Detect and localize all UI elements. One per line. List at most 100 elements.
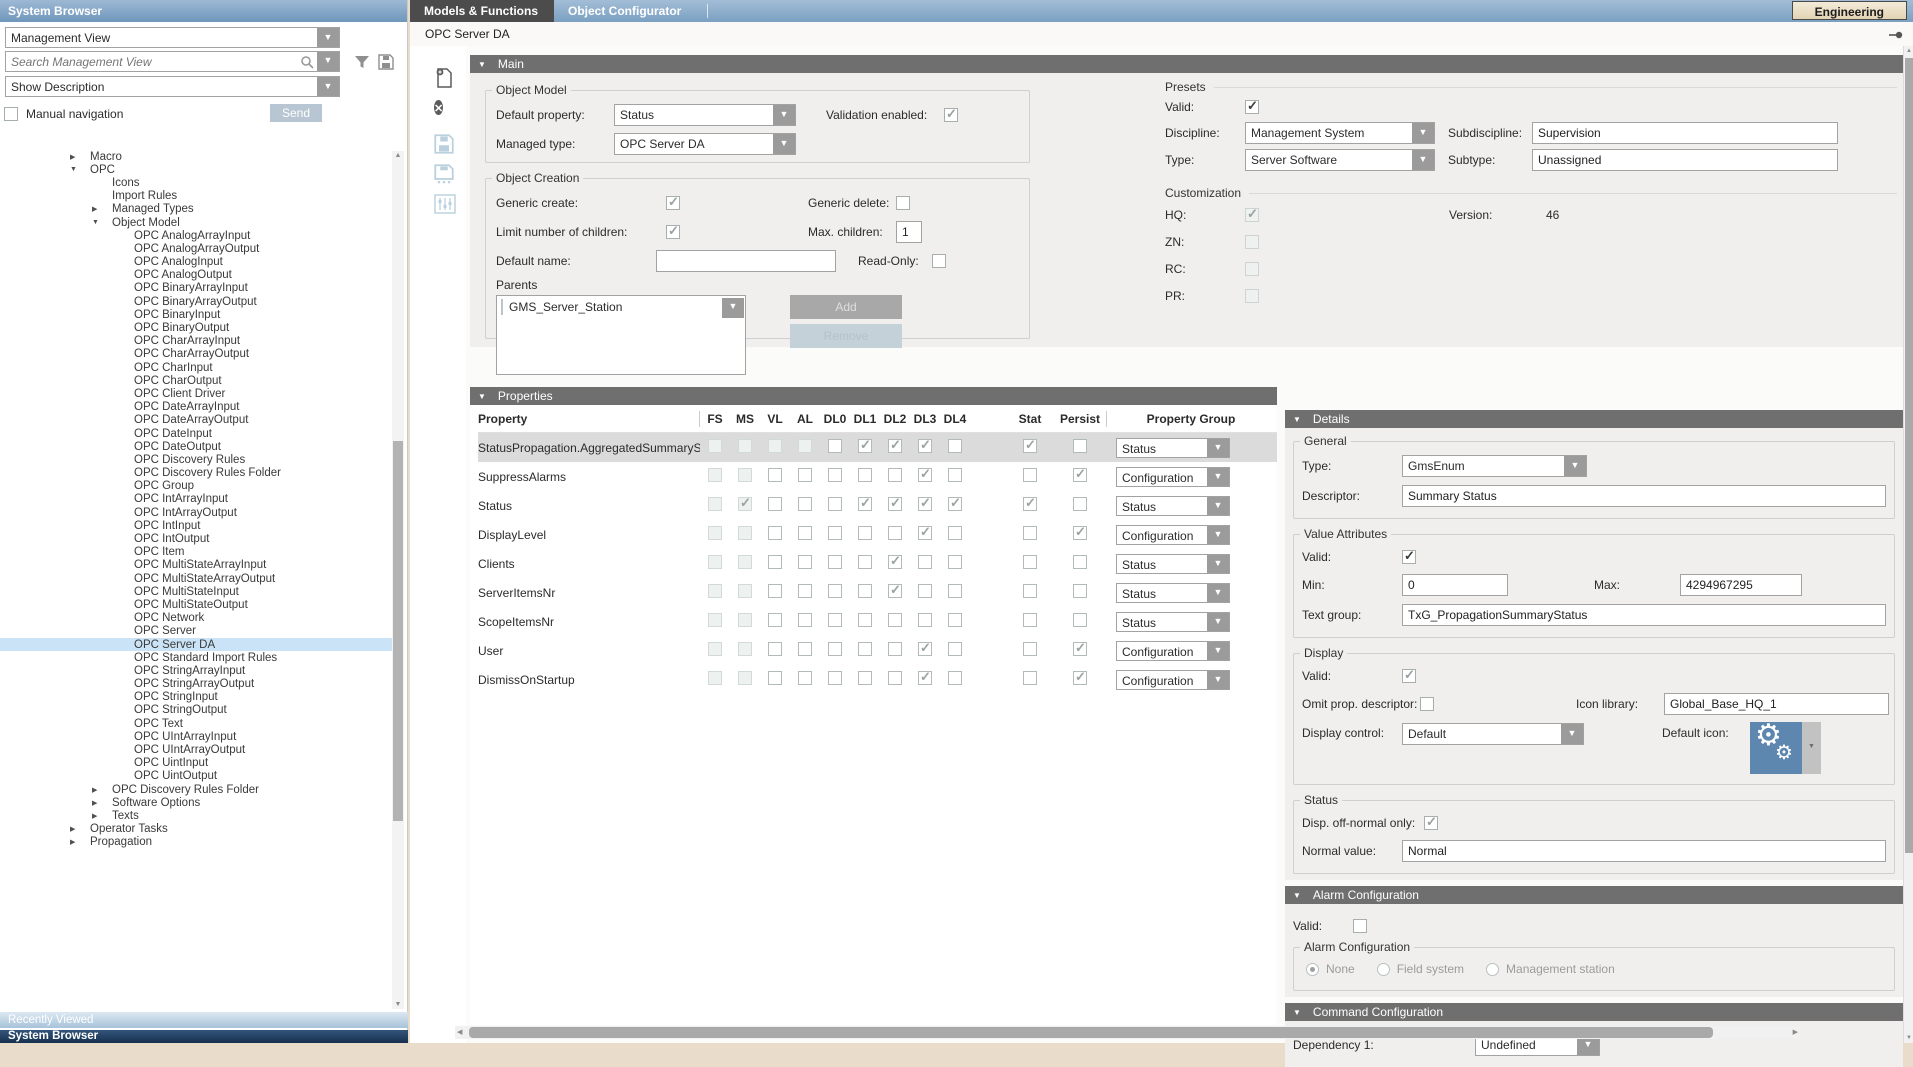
property-group-dropdown[interactable]: Configuration	[1116, 525, 1230, 545]
property-checkbox[interactable]	[858, 468, 872, 482]
tree-item[interactable]: OPC MultiStateOutput	[0, 598, 392, 611]
property-checkbox[interactable]	[738, 671, 752, 685]
chevron-down-icon[interactable]	[1207, 497, 1229, 515]
chevron-down-icon[interactable]	[1412, 150, 1434, 170]
property-checkbox[interactable]	[888, 671, 902, 685]
engineering-mode-badge[interactable]: Engineering	[1792, 1, 1907, 20]
managed-type-dropdown[interactable]: OPC Server DA	[614, 133, 796, 155]
tree-item[interactable]: OPC IntArrayInput	[0, 493, 392, 506]
property-checkbox[interactable]	[948, 671, 962, 685]
new-object-icon[interactable]	[434, 68, 458, 92]
radio-icon[interactable]	[1306, 963, 1319, 976]
property-group-dropdown[interactable]: Configuration	[1116, 641, 1230, 661]
disp-off-normal-checkbox[interactable]	[1424, 816, 1438, 830]
tree-item[interactable]: ▶OPC Discovery Rules Folder	[0, 783, 392, 796]
scrollbar-thumb[interactable]	[393, 441, 403, 821]
default-property-dropdown[interactable]: Status	[614, 104, 796, 126]
tree-item[interactable]: OPC Network	[0, 612, 392, 625]
scroll-down-icon[interactable]: ▼	[1904, 1035, 1913, 1041]
tree-item[interactable]: OPC AnalogInput	[0, 256, 392, 269]
tree-item[interactable]: OPC Discovery Rules Folder	[0, 467, 392, 480]
property-checkbox[interactable]	[1023, 555, 1037, 569]
property-checkbox[interactable]	[888, 526, 902, 540]
display-control-dropdown[interactable]: Default	[1402, 723, 1584, 745]
property-checkbox[interactable]	[1073, 468, 1087, 482]
hq-checkbox[interactable]	[1245, 208, 1259, 222]
scrollbar-thumb[interactable]	[469, 1027, 1713, 1038]
chevron-down-icon[interactable]	[722, 298, 744, 318]
property-checkbox[interactable]	[858, 642, 872, 656]
chevron-down-icon[interactable]	[1207, 439, 1229, 457]
property-checkbox[interactable]	[828, 439, 842, 453]
property-checkbox[interactable]	[708, 526, 722, 540]
property-row[interactable]: ScopeItemsNrStatus	[478, 607, 1277, 636]
property-checkbox[interactable]	[858, 526, 872, 540]
property-checkbox[interactable]	[1023, 613, 1037, 627]
vertical-scrollbar[interactable]: ▲ ▼	[1903, 46, 1913, 1043]
expand-arrow-icon[interactable]: ▶	[92, 205, 106, 213]
tree-item[interactable]: OPC BinaryArrayInput	[0, 282, 392, 295]
property-checkbox[interactable]	[948, 613, 962, 627]
property-checkbox[interactable]	[738, 555, 752, 569]
property-checkbox[interactable]	[888, 613, 902, 627]
tree-item[interactable]: OPC Server DA	[0, 638, 392, 651]
value-valid-checkbox[interactable]	[1402, 550, 1416, 564]
alarm-valid-checkbox[interactable]	[1353, 919, 1367, 933]
tree-item[interactable]: ▶Operator Tasks	[0, 823, 392, 836]
tree-item[interactable]: OPC UintOutput	[0, 770, 392, 783]
horizontal-scrollbar[interactable]: ◀ ▶	[455, 1026, 1800, 1039]
command-section-header[interactable]: ▼ Command Configuration	[1285, 1003, 1903, 1021]
property-row[interactable]: ServerItemsNrStatus	[478, 578, 1277, 607]
chevron-down-icon[interactable]	[773, 105, 795, 125]
tree-item[interactable]: ▶Managed Types	[0, 203, 392, 216]
radio-icon[interactable]	[1377, 963, 1390, 976]
presets-valid-checkbox[interactable]	[1245, 100, 1259, 114]
chevron-down-icon[interactable]	[1412, 123, 1434, 143]
property-group-dropdown[interactable]: Status	[1116, 438, 1230, 458]
subdiscipline-input[interactable]	[1532, 122, 1838, 144]
property-checkbox[interactable]	[948, 526, 962, 540]
tree-item[interactable]: OPC IntOutput	[0, 532, 392, 545]
property-checkbox[interactable]	[738, 468, 752, 482]
tab-models-functions[interactable]: Models & Functions	[410, 0, 554, 22]
tree-item[interactable]: OPC DateArrayInput	[0, 401, 392, 414]
add-parent-button[interactable]: Add	[790, 295, 902, 319]
chevron-down-icon[interactable]	[1207, 584, 1229, 602]
property-checkbox[interactable]	[828, 671, 842, 685]
min-input[interactable]	[1402, 574, 1508, 596]
property-row[interactable]: StatusStatus	[478, 491, 1277, 520]
description-selector[interactable]: Show Description	[5, 76, 340, 97]
pin-icon[interactable]	[1889, 29, 1903, 43]
property-checkbox[interactable]	[1073, 439, 1087, 453]
property-checkbox[interactable]	[768, 584, 782, 598]
property-checkbox[interactable]	[858, 613, 872, 627]
send-button[interactable]: Send	[270, 104, 322, 122]
property-checkbox[interactable]	[768, 555, 782, 569]
default-name-input[interactable]	[656, 250, 836, 272]
alarm-section-header[interactable]: ▼ Alarm Configuration	[1285, 886, 1903, 904]
expand-arrow-icon[interactable]: ▶	[92, 786, 106, 794]
property-checkbox[interactable]	[918, 642, 932, 656]
tree-item[interactable]: OPC MultiStateInput	[0, 585, 392, 598]
property-checkbox[interactable]	[768, 526, 782, 540]
property-checkbox[interactable]	[768, 497, 782, 511]
property-checkbox[interactable]	[858, 584, 872, 598]
property-checkbox[interactable]	[858, 497, 872, 511]
expand-arrow-icon[interactable]: ▶	[70, 838, 84, 846]
tree-item[interactable]: OPC BinaryArrayOutput	[0, 295, 392, 308]
chevron-down-icon[interactable]	[1207, 468, 1229, 486]
property-checkbox[interactable]	[828, 526, 842, 540]
property-checkbox[interactable]	[798, 555, 812, 569]
property-checkbox[interactable]	[708, 468, 722, 482]
pr-checkbox[interactable]	[1245, 289, 1259, 303]
normal-value-input[interactable]	[1402, 840, 1886, 862]
save-icon[interactable]	[378, 54, 396, 72]
property-checkbox[interactable]	[948, 555, 962, 569]
property-checkbox[interactable]	[708, 497, 722, 511]
tree-item[interactable]: OPC CharArrayOutput	[0, 348, 392, 361]
property-checkbox[interactable]	[888, 555, 902, 569]
property-checkbox[interactable]	[1023, 439, 1037, 453]
expand-arrow-icon[interactable]: ▶	[92, 799, 106, 807]
property-checkbox[interactable]	[948, 642, 962, 656]
property-row[interactable]: UserConfiguration	[478, 636, 1277, 665]
